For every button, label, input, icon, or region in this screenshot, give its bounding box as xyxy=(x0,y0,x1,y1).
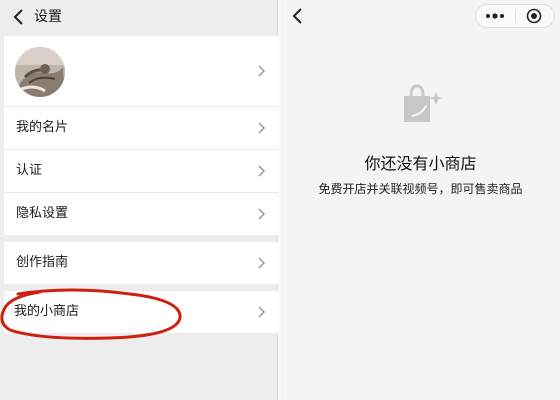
settings-item-privacy[interactable]: 隐私设置 xyxy=(4,193,278,235)
settings-group-2: 创作指南 xyxy=(4,242,278,284)
avatar-image xyxy=(15,47,65,97)
shop-panel: 你还没有小商店 免费开店并关联视频号，即可售卖商品 xyxy=(281,0,560,400)
chevron-right-icon xyxy=(258,165,266,177)
back-chevron-icon[interactable] xyxy=(289,6,307,26)
chevron-right-icon xyxy=(258,65,266,77)
more-dots-icon[interactable] xyxy=(476,5,514,27)
mini-program-capsule xyxy=(475,4,555,28)
empty-state-title: 你还没有小商店 xyxy=(364,154,477,173)
chevron-right-icon xyxy=(258,122,266,134)
target-circle-icon[interactable] xyxy=(516,5,554,27)
page-title: 设置 xyxy=(34,9,62,25)
settings-group-1: 我的名片 认证 隐私设置 xyxy=(4,36,278,235)
shopping-bag-icon xyxy=(404,84,443,122)
chevron-right-icon xyxy=(258,208,266,220)
chevron-right-icon xyxy=(258,257,266,269)
settings-item-card[interactable]: 我的名片 xyxy=(4,107,278,150)
settings-item-label: 认证 xyxy=(16,163,43,178)
settings-item-creator-guide[interactable]: 创作指南 xyxy=(4,242,278,284)
profile-avatar-row[interactable] xyxy=(4,36,278,107)
avatar xyxy=(15,47,65,97)
back-chevron-icon[interactable] xyxy=(10,7,28,27)
settings-item-label: 隐私设置 xyxy=(16,206,69,221)
settings-item-label: 我的名片 xyxy=(16,120,69,135)
empty-state-description: 免费开店并关联视频号，即可售卖商品 xyxy=(318,182,523,196)
chevron-right-icon xyxy=(258,306,266,318)
settings-item-label: 我的小商店 xyxy=(14,304,80,319)
settings-header: 设置 xyxy=(0,0,277,36)
settings-panel: 设置 我的名片 认证 隐私设置 创作指南 我的小商店 xyxy=(0,0,278,400)
settings-item-my-shop[interactable]: 我的小商店 xyxy=(4,291,278,333)
settings-group-3: 我的小商店 xyxy=(4,291,278,333)
settings-item-label: 创作指南 xyxy=(16,255,69,270)
settings-item-verification[interactable]: 认证 xyxy=(4,150,278,193)
